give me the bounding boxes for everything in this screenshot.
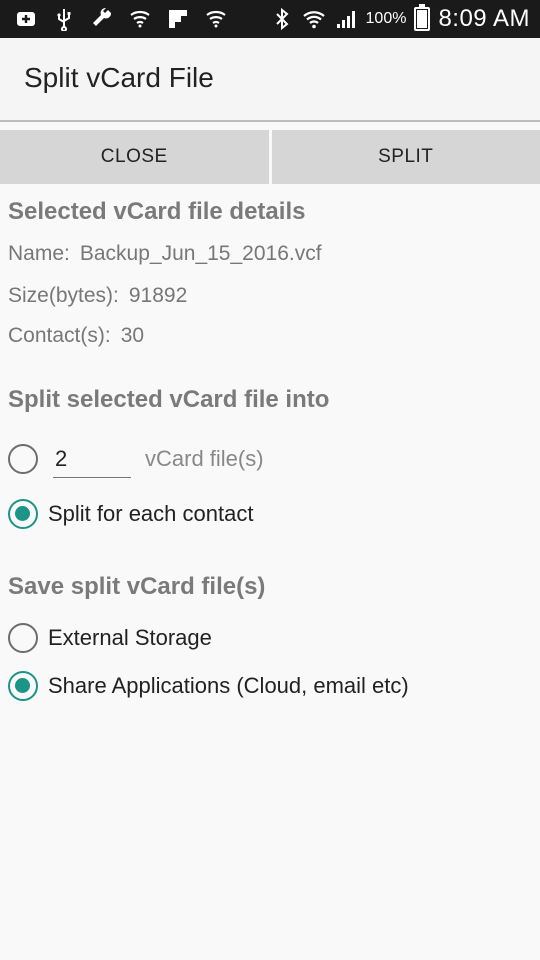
external-storage-radio[interactable]: [8, 623, 38, 653]
signal-app-icon: [128, 7, 152, 31]
add-box-icon: [14, 7, 38, 31]
contacts-label: Contact(s):: [8, 324, 111, 347]
file-size-label: Size(bytes):: [8, 284, 119, 307]
split-count-radio[interactable]: [8, 444, 38, 474]
action-bar: CLOSE SPLIT: [0, 130, 540, 184]
status-bar: 100% 8:09 AM: [0, 0, 540, 38]
page-title: Split vCard File: [24, 62, 214, 93]
share-apps-radio[interactable]: [8, 671, 38, 701]
wifi-icon: [302, 7, 326, 31]
external-storage-option[interactable]: External Storage: [8, 623, 212, 653]
file-name-value: Backup_Jun_15_2016.vcf: [79, 242, 322, 265]
clock: 8:09 AM: [438, 5, 530, 32]
split-each-label[interactable]: Split for each contact: [48, 501, 253, 527]
close-button[interactable]: CLOSE: [0, 130, 269, 184]
battery-icon: [414, 4, 431, 31]
flipboard-icon: [166, 7, 190, 31]
file-size-row: Size(bytes): 91892: [8, 284, 187, 308]
share-apps-label[interactable]: Share Applications (Cloud, email etc): [48, 673, 409, 699]
file-name-label: Name:: [8, 242, 70, 265]
system-icons: 100% 8:09 AM: [270, 4, 530, 34]
split-heading: Split selected vCard file into: [8, 386, 330, 413]
file-size-value: 91892: [128, 284, 188, 307]
split-count-suffix: vCard file(s): [145, 446, 264, 471]
split-count-input[interactable]: [53, 440, 131, 478]
details-heading: Selected vCard file details: [8, 198, 306, 225]
cell-signal-icon: [334, 7, 358, 31]
signal-app-icon-2: [204, 7, 228, 31]
notification-icons: [14, 6, 228, 32]
contacts-value: 30: [120, 324, 145, 347]
save-heading: Save split vCard file(s): [8, 573, 266, 600]
split-each-radio[interactable]: [8, 499, 38, 529]
split-button[interactable]: SPLIT: [271, 130, 540, 184]
bluetooth-icon: [270, 7, 294, 31]
share-apps-option[interactable]: Share Applications (Cloud, email etc): [8, 671, 409, 701]
battery-percent: 100%: [365, 10, 407, 27]
wrench-icon: [90, 7, 114, 31]
external-storage-label[interactable]: External Storage: [48, 625, 212, 651]
split-count-option: vCard file(s): [8, 440, 264, 478]
split-each-option[interactable]: Split for each contact: [8, 499, 253, 529]
app-bar: Split vCard File: [0, 38, 540, 122]
usb-icon: [52, 7, 76, 31]
file-name-row: Name: Backup_Jun_15_2016.vcf: [8, 242, 322, 266]
contacts-row: Contact(s): 30: [8, 324, 144, 348]
